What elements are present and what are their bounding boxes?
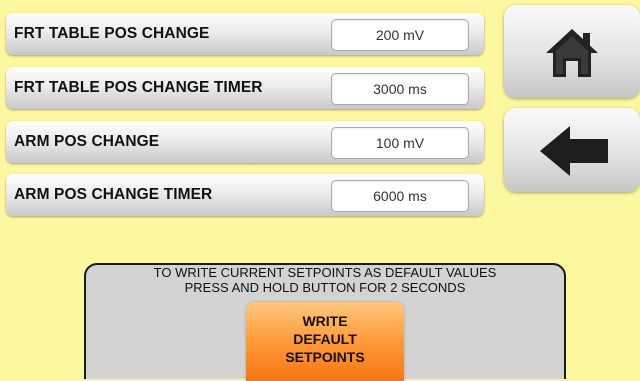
back-button[interactable] [504,108,640,192]
arm-pos-change-timer-value-field[interactable]: 6000 ms [331,180,469,212]
write-button-label-line3: SETPOINTS [285,349,365,365]
setting-row-frt-table-pos-change: FRT TABLE POS CHANGE 200 mV [6,13,484,55]
frt-table-pos-change-value-field[interactable]: 200 mV [331,19,469,51]
setting-label: FRT TABLE POS CHANGE TIMER [14,79,263,96]
frt-table-pos-change-timer-value-field[interactable]: 3000 ms [331,73,469,105]
write-button-label-line2: DEFAULT [293,331,357,347]
arm-pos-change-value-field[interactable]: 100 mV [331,127,469,159]
write-button-label-line1: WRITE [302,313,348,329]
setting-label: ARM POS CHANGE TIMER [14,186,213,203]
home-button[interactable] [504,5,640,98]
back-arrow-icon [540,126,608,176]
setting-label: ARM POS CHANGE [14,133,160,150]
setting-label: FRT TABLE POS CHANGE [14,25,210,42]
setting-row-frt-table-pos-change-timer: FRT TABLE POS CHANGE TIMER 3000 ms [6,67,484,109]
instruction-text-line1: TO WRITE CURRENT SETPOINTS AS DEFAULT VA… [153,265,497,280]
write-defaults-panel: TO WRITE CURRENT SETPOINTS AS DEFAULT VA… [84,263,566,381]
instruction-text-line2: PRESS AND HOLD BUTTON FOR 2 SECONDS [184,280,466,295]
write-default-setpoints-button[interactable]: WRITE DEFAULT SETPOINTS [246,302,404,381]
setting-row-arm-pos-change: ARM POS CHANGE 100 mV [6,121,484,163]
setting-row-arm-pos-change-timer: ARM POS CHANGE TIMER 6000 ms [6,174,484,216]
home-icon [546,29,598,77]
